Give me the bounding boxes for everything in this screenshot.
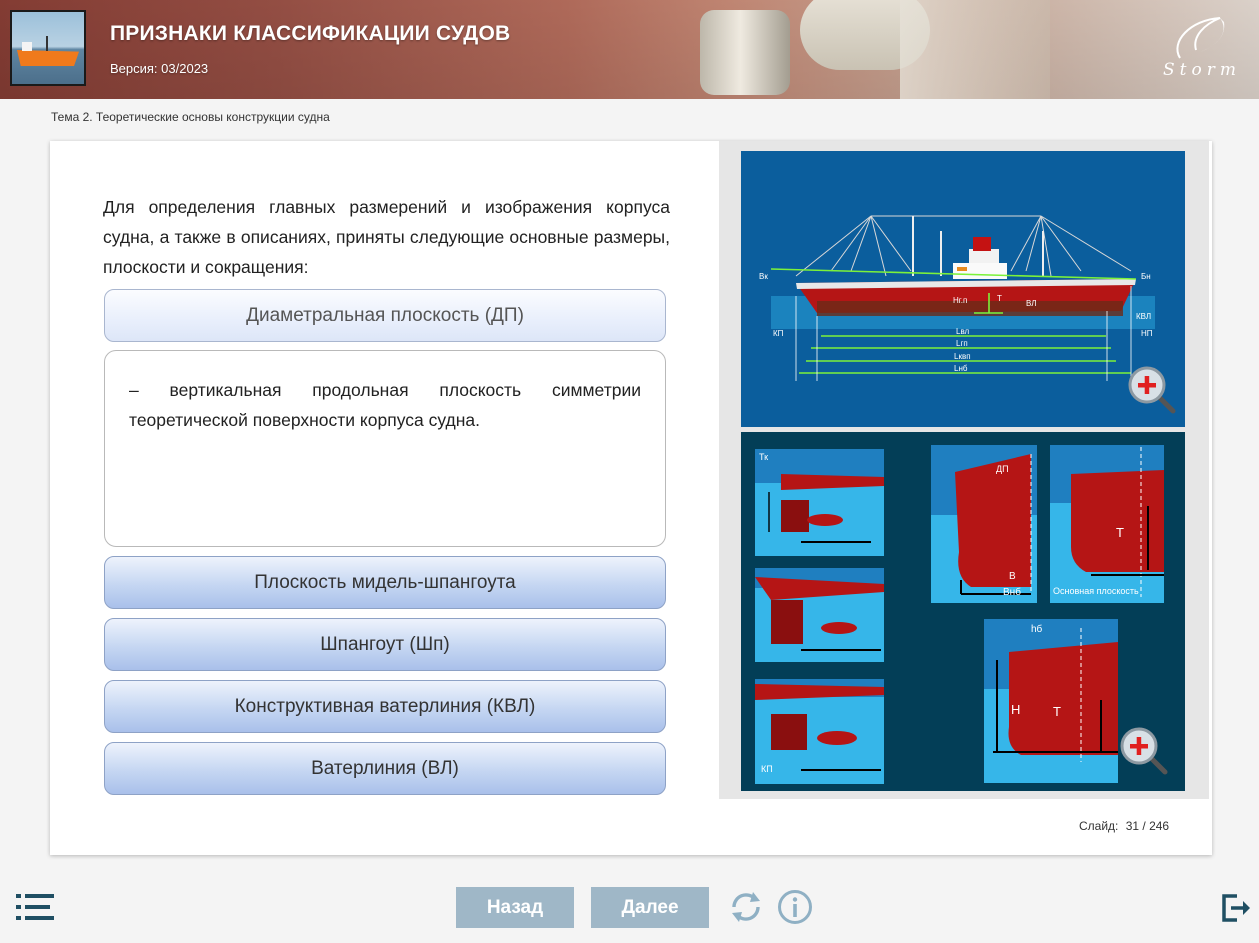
label-kvl: КВЛ — [1136, 312, 1151, 321]
thumbnail-ship-bridge — [22, 42, 32, 51]
term-button-midship[interactable]: Плоскость мидель-шпангоута — [104, 556, 666, 609]
intro-text: Для определения главных размерений и изо… — [103, 197, 670, 277]
zoom-icon[interactable] — [1119, 726, 1169, 776]
label-dp: ДП — [996, 464, 1009, 474]
label-tk: Тк — [759, 452, 768, 462]
course-thumbnail — [10, 10, 86, 86]
ship-dimensions-figure[interactable]: Вк Бн КП НП КВЛ ВЛ Т Нг.п Lвл Lгп Lквп L… — [741, 151, 1185, 427]
label-lkvp: Lквп — [954, 352, 971, 361]
label-np: НП — [1141, 329, 1153, 338]
label-t1: Т — [1116, 525, 1124, 540]
label-t: Т — [997, 294, 1002, 303]
slide-counter-label: Слайд: — [1079, 819, 1119, 833]
label-lvl: Lвл — [956, 327, 970, 336]
label-base-plane: Основная плоскость — [1053, 586, 1139, 596]
label-kp: КП — [773, 329, 784, 338]
banner-shade — [0, 0, 1259, 99]
label-hb: hб — [1031, 623, 1043, 635]
term-button-dp[interactable]: Диаметральная плоскость (ДП) — [104, 289, 666, 342]
banner-highlight — [900, 0, 1050, 99]
slide-counter: Слайд: 31 / 246 — [1079, 819, 1169, 833]
label-bk: Вк — [759, 272, 768, 281]
thumbnail-ship-hull — [17, 50, 79, 66]
menu-icon[interactable] — [16, 894, 54, 920]
topic-breadcrumb: Тема 2. Теоретические основы конструкции… — [51, 110, 330, 124]
label-bnb: Внб — [1003, 586, 1021, 598]
term-button-vl[interactable]: Ватерлиния (ВЛ) — [104, 742, 666, 795]
label-lgp: Lгп — [956, 339, 968, 348]
label-t2: Т — [1053, 704, 1061, 719]
info-icon[interactable] — [776, 888, 814, 926]
next-button[interactable]: Далее — [591, 887, 709, 928]
definition-box: – вертикальная продольная плоскость симм… — [104, 350, 666, 547]
course-title: ПРИЗНАКИ КЛАССИФИКАЦИИ СУДОВ — [110, 22, 511, 45]
exit-icon[interactable] — [1221, 893, 1251, 923]
storm-logo-text: Storm — [1163, 60, 1241, 80]
term-button-frame[interactable]: Шпангоут (Шп) — [104, 618, 666, 671]
back-button[interactable]: Назад — [456, 887, 574, 928]
label-bn: Бн — [1141, 272, 1151, 281]
label-b: В — [1009, 571, 1016, 582]
term-button-kvl[interactable]: Конструктивная ватерлиния (КВЛ) — [104, 680, 666, 733]
label-h: Н — [1011, 702, 1020, 717]
label-vl: ВЛ — [1026, 299, 1037, 308]
hull-sections-figure[interactable]: Тк КП ДП В Внб Т Основная плоскость hб Н… — [741, 432, 1185, 791]
ship-dimensions-drawing: Вк Бн КП НП КВЛ ВЛ Т Нг.п Lвл Lгп Lквп L… — [759, 215, 1155, 381]
header-banner — [0, 0, 1259, 99]
definition-text: – вертикальная продольная плоскость симм… — [129, 380, 641, 430]
thumbnail-ship-crane — [46, 36, 48, 51]
label-lnb: Lнб — [954, 364, 968, 373]
label-hgp: Нг.п — [953, 296, 967, 305]
banner-deck-fitting — [700, 10, 790, 95]
label-kp-bottom: КП — [761, 764, 773, 774]
zoom-icon[interactable] — [1127, 365, 1177, 415]
slide-counter-value: 31 / 246 — [1125, 819, 1170, 833]
refresh-icon[interactable] — [727, 888, 765, 926]
course-version: Версия: 03/2023 — [110, 61, 209, 76]
